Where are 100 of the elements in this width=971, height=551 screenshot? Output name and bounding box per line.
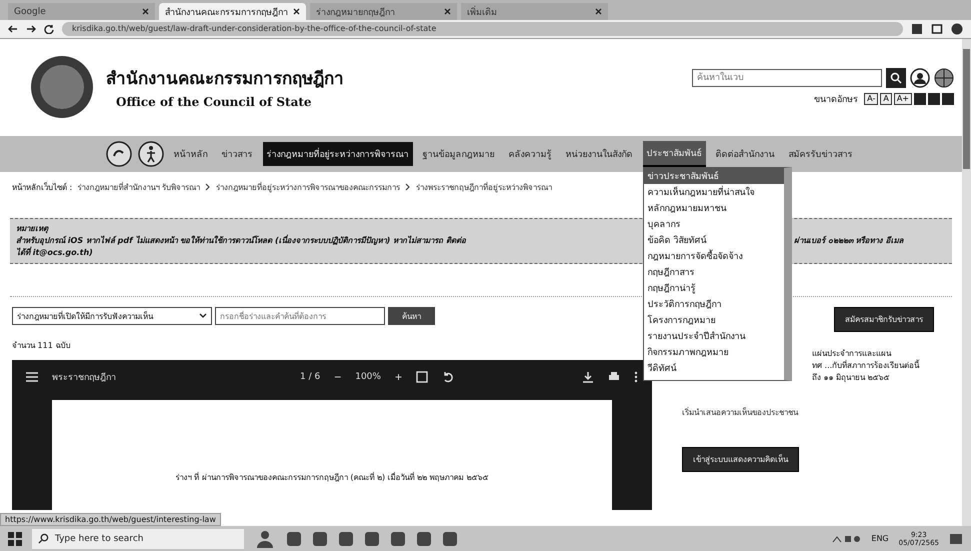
- notice-text: สำหรับอุปกรณ์ iOS หากไฟล์ pdf ไม่แสดงหน้า ขอให้ท่านใช้การดาวน์โหลด (เนื่องจากระบบปฏิบัติการมีปัญหา) หากไม่สามารถ ติดต่อ: [16, 235, 467, 246]
- breadcrumb-item[interactable]: ร่างกฎหมายที่สำนักงานฯ รับพิจารณา: [77, 180, 200, 194]
- search-field[interactable]: ค้นหาในเวบ: [692, 68, 882, 86]
- chevron-icon: [204, 183, 211, 191]
- nav-item[interactable]: ฐานข้อมูลกฎหมาย: [418, 142, 498, 166]
- menu-item[interactable]: กิจกรรมภาพกฎหมาย: [644, 344, 784, 360]
- nav-item[interactable]: หน่วยงานในสังกัด: [562, 142, 636, 166]
- contrast-swatch[interactable]: [928, 92, 940, 104]
- taskbar-app-icon[interactable]: [442, 530, 458, 546]
- scroll-thumb[interactable]: [963, 49, 970, 169]
- nav-item[interactable]: ข่าวสาร: [218, 142, 256, 166]
- site-title: สำนักงานคณะกรรมการกฤษฎีกา: [106, 68, 344, 91]
- fit-page-icon[interactable]: [416, 371, 428, 383]
- address-bar[interactable]: krisdika.go.th/web/guest/law-draft-under-consideration-by-the-office-of-the-council-of-state: [62, 22, 903, 36]
- taskbar-app-icon[interactable]: [338, 530, 354, 546]
- tray-icon[interactable]: [831, 534, 862, 544]
- login-button[interactable]: เข้าสู่ระบบแสดงความคิดเห็น: [682, 447, 799, 472]
- taskbar-search-field[interactable]: Type here to search: [32, 528, 244, 548]
- seal-logo: [30, 54, 94, 118]
- notice-heading: หมายเหตุ: [16, 223, 50, 235]
- close-icon[interactable]: [293, 8, 300, 15]
- browser-tab[interactable]: Google: [8, 3, 155, 20]
- nav-item[interactable]: ประชาสัมพันธ์: [642, 141, 706, 167]
- font-size-label: ขนาดอักษร: [814, 94, 858, 106]
- menu-item[interactable]: ความเห็นกฎหมายที่น่าสนใจ: [644, 184, 784, 200]
- search-button[interactable]: [886, 68, 906, 88]
- search-icon: [38, 533, 49, 544]
- browser-tab[interactable]: สำนักงานคณะกรรมการกฤษฎีกา: [159, 3, 306, 20]
- browser-tab[interactable]: ร่างกฎหมายกฤษฎีกา: [310, 3, 457, 20]
- contrast-swatch[interactable]: [914, 92, 926, 104]
- zoom-level: 100%: [355, 372, 381, 382]
- taskbar-app-icon[interactable]: [390, 530, 406, 546]
- close-icon[interactable]: [595, 8, 602, 15]
- search-icon: [890, 72, 902, 84]
- taskbar-app-icon[interactable]: [312, 530, 328, 546]
- window-icon[interactable]: [931, 23, 943, 35]
- status-url: https://www.krisdika.go.th/web/guest/interesting-law: [0, 513, 221, 526]
- subscribe-button[interactable]: สมัครสมาชิกรับข่าวสาร: [834, 307, 934, 332]
- taskbar-app-icon[interactable]: [286, 530, 302, 546]
- reload-icon[interactable]: [44, 24, 54, 34]
- taskbar-app-icon[interactable]: [416, 530, 432, 546]
- font-size-button[interactable]: A-: [864, 92, 878, 104]
- category-select[interactable]: ร่างกฎหมายที่เปิดให้มีการรับฟังความเห็น: [12, 307, 212, 325]
- back-icon[interactable]: [8, 24, 18, 34]
- menu-item[interactable]: กฤษฎีกาสาร: [644, 264, 784, 280]
- site-subtitle: Office of the Council of State: [115, 95, 313, 109]
- person-icon[interactable]: [254, 530, 276, 548]
- menu-item[interactable]: วีดิทัศน์: [644, 360, 784, 376]
- zoom-out-button[interactable]: −: [334, 370, 342, 384]
- page-counter: 1 / 6: [300, 372, 320, 382]
- menu-item[interactable]: รายงานประจำปีสำนักงาน: [644, 328, 784, 344]
- font-size-button[interactable]: A+: [894, 92, 912, 104]
- menu-item[interactable]: โครงการกฎหมาย: [644, 312, 784, 328]
- keyword-field[interactable]: กรอกชื่อร่างและคำค้นที่ต้องการ: [215, 307, 385, 325]
- result-count: จำนวน 111 ฉบับ: [12, 340, 72, 352]
- menu-item[interactable]: หลักกฎหมายมหาชน: [644, 200, 784, 216]
- description-text: ถึง ๑๑ มิถุนายน ๒๕๖๕: [812, 372, 891, 384]
- nav-item[interactable]: หน้าหลัก: [170, 142, 212, 166]
- menu-item[interactable]: ข้อคิด วิสัยทัศน์: [644, 232, 784, 248]
- description-text: แผ่นประจำการและแผน: [812, 348, 892, 360]
- description-text: ทศ ...กับที่สภาการร้องเรียนต่อนี้: [812, 360, 920, 372]
- notice-text: ผ่านเบอร์ ๐๒๒๒๓ หรือทาง อีเมล: [794, 235, 904, 247]
- comment-link[interactable]: เริ่มนำเสนอความเห็นของประชาชน: [682, 406, 798, 419]
- nav-item[interactable]: คลังความรู้: [504, 142, 556, 166]
- browser-tab[interactable]: เพิ่มเติม: [461, 3, 608, 20]
- document-caption: ร่างฯ ที่ ผ่านการพิจารณาของคณะกรรมการกฤษฎีกา (คณะที่ ๒) เมื่อวันที่ ๒๒ พฤษภาคม ๒๕๖๕: [176, 471, 488, 484]
- accessibility-icon[interactable]: [138, 141, 164, 167]
- font-size-button[interactable]: A: [880, 92, 892, 104]
- nav-item[interactable]: ติดต่อสำนักงาน: [712, 142, 778, 166]
- nav-item[interactable]: ร่างกฎหมายที่อยู่ระหว่างการพิจารณา: [262, 142, 412, 166]
- menu-item[interactable]: กฤษฎีกาน่ารู้: [644, 280, 784, 296]
- close-icon[interactable]: [444, 8, 451, 15]
- menu-item[interactable]: กฎหมายการจัดซื้อจัดจ้าง: [644, 248, 784, 264]
- print-icon[interactable]: [608, 371, 620, 383]
- breadcrumb-item: หน้าหลักเว็บไซต์ :: [12, 181, 72, 194]
- zoom-in-button[interactable]: +: [394, 370, 402, 384]
- chevron-icon: [404, 183, 411, 191]
- globe-icon[interactable]: [934, 68, 954, 88]
- windows-logo-icon[interactable]: [8, 532, 22, 546]
- caret-icon: [199, 313, 207, 319]
- nav-item[interactable]: สมัครรับข่าวสาร: [784, 142, 856, 166]
- breadcrumb-item[interactable]: ร่างพระราชกฤษฎีกาที่อยู่ระหว่างพิจารณา: [416, 180, 552, 194]
- menu-item[interactable]: ประวัติการกฤษฎีกา: [644, 296, 784, 312]
- forward-icon[interactable]: [26, 24, 36, 34]
- download-icon[interactable]: [582, 371, 594, 383]
- more-icon[interactable]: [634, 371, 638, 383]
- taskbar-app-icon[interactable]: [364, 530, 380, 546]
- close-icon[interactable]: [142, 8, 149, 15]
- breadcrumb-item[interactable]: ร่างกฎหมายที่อยู่ระหว่างการพิจารณาของคณะกรรมการ: [216, 180, 400, 194]
- rotate-icon[interactable]: [442, 371, 454, 383]
- contrast-swatch[interactable]: [942, 92, 954, 104]
- menu-item[interactable]: ข่าวประชาสัมพันธ์: [644, 168, 784, 184]
- menu-item[interactable]: บุคลากร: [644, 216, 784, 232]
- user-icon[interactable]: [910, 68, 930, 88]
- search-button[interactable]: ค้นหา: [388, 307, 435, 325]
- scrollbar[interactable]: [962, 39, 971, 526]
- contact-text: ได้ที่ it@ocs.go.th): [16, 247, 94, 259]
- menu-icon[interactable]: [26, 372, 38, 382]
- document-title: พระราชกฤษฎีกา: [52, 372, 116, 384]
- language-indicator[interactable]: ENG: [871, 534, 889, 543]
